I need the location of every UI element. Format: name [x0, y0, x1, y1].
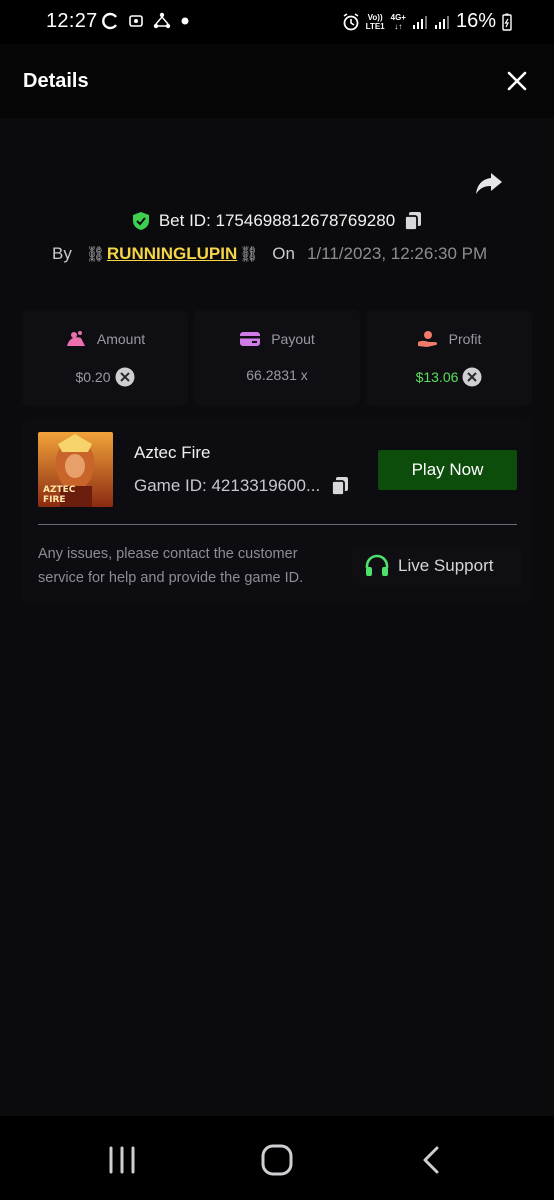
bet-meta-row: By ⛓ RUNNINGLUPIN ⛓ On 1/11/2023, 12:26:…: [52, 242, 487, 266]
help-text: Any issues, please contact the customer …: [38, 546, 304, 586]
battery-icon: [502, 13, 512, 31]
cancel-circle-icon: [462, 367, 482, 387]
hand-coin-icon: [417, 331, 437, 347]
game-id: Game ID: 4213319600...: [134, 476, 321, 495]
system-nav-bar: [0, 1116, 554, 1200]
play-now-button[interactable]: Play Now: [378, 450, 517, 490]
gallery-icon: [129, 15, 143, 27]
on-label: On: [272, 244, 295, 263]
recent-apps-icon[interactable]: [102, 1140, 142, 1180]
network-type: Vo)) LTE1: [366, 13, 385, 31]
close-icon[interactable]: [506, 70, 528, 92]
alarm-icon: [343, 12, 359, 30]
game-thumbnail[interactable]: AZTEC FIRE: [38, 432, 113, 507]
game-card: AZTEC FIRE Aztec Fire Game ID: 421331960…: [22, 418, 532, 602]
status-right-icons: Vo)) LTE1 4G+ ↓↑ 16%: [342, 10, 512, 33]
live-support-label: Live Support: [398, 556, 494, 575]
thumb-title-1: AZTEC: [43, 485, 76, 495]
card-icon: [240, 332, 261, 346]
status-left-icons: [102, 11, 189, 31]
stat-amount: Amount $0.20: [22, 310, 188, 406]
bet-date: 1/11/2023, 12:26:30 PM: [306, 244, 488, 263]
data-arrows-icon: ↓↑: [394, 21, 403, 31]
stat-profit: Profit $13.06: [366, 310, 532, 406]
signal-icon-2: [434, 15, 449, 29]
stat-payout: Payout 66.2831 x: [194, 310, 360, 406]
bet-stats: Amount $0.20 Payout 66.2831 x Profit $13…: [22, 310, 532, 406]
username-link[interactable]: RUNNINGLUPIN: [107, 244, 237, 264]
headset-icon: [365, 554, 389, 576]
status-bar: 12:27 Vo)) LTE1 4G+ ↓↑ 16%: [0, 0, 554, 44]
signal-icon-1: [412, 15, 427, 29]
coin-icon: [66, 331, 85, 346]
live-support-button[interactable]: Live Support: [352, 546, 522, 586]
shield-check-icon: [132, 212, 149, 230]
chain-right-icon: ⛓: [239, 246, 259, 263]
sync-icon: [102, 12, 117, 30]
by-label: By: [52, 244, 72, 263]
dot-icon: [181, 17, 189, 25]
share-icon[interactable]: [474, 168, 504, 198]
page-title: Details: [23, 70, 89, 92]
profit-value: $13.06: [415, 369, 459, 385]
back-icon[interactable]: [412, 1140, 452, 1180]
amount-label: Amount: [96, 331, 146, 347]
payout-value: 66.2831 x: [246, 367, 308, 383]
details-header: Details: [0, 44, 554, 118]
payout-label: Payout: [271, 331, 315, 347]
bet-id: Bet ID: 1754698812678769280: [158, 211, 396, 230]
profit-label: Profit: [448, 331, 482, 347]
home-icon[interactable]: [257, 1140, 297, 1180]
bet-id-row: Bet ID: 1754698812678769280: [0, 206, 554, 236]
copy-icon[interactable]: [330, 475, 350, 497]
network-4g: 4G+ ↓↑: [391, 13, 406, 31]
copy-icon[interactable]: [403, 210, 423, 232]
game-name: Aztec Fire: [134, 443, 211, 462]
cancel-circle-icon: [115, 367, 135, 387]
network-4g-label: 4G+: [390, 12, 406, 22]
share-status-icon: [153, 12, 171, 29]
divider: [38, 524, 517, 525]
chain-left-icon: ⛓: [85, 246, 105, 263]
network-lte: LTE1: [365, 21, 385, 31]
status-time: 12:27: [46, 10, 98, 32]
battery-percent: 16%: [455, 10, 496, 32]
network-volte: Vo)): [367, 12, 383, 22]
game-id-row: Game ID: 4213319600...: [134, 475, 350, 497]
amount-value: $0.20: [75, 369, 111, 385]
thumb-title-2: FIRE: [43, 495, 66, 505]
